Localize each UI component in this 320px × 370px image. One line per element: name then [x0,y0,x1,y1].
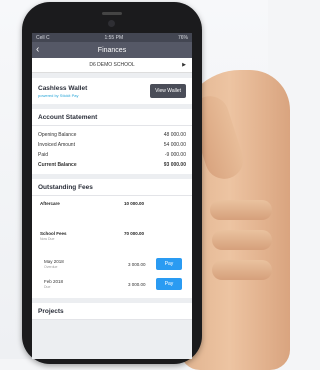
statement-label: Opening Balance [38,132,77,138]
statement-label: Paid [38,152,49,158]
time: 1:55 PM [104,34,124,41]
wallet-card: Cashless Wallet powered by Stickit Pay V… [32,78,192,104]
pay-button[interactable]: Pay [156,278,182,290]
school-selector[interactable]: D6 DEMO SCHOOL ▶ [32,58,192,73]
statement-label: Current Balance [38,162,77,168]
fees-title: Outstanding Fees [32,179,192,196]
finger [210,200,272,220]
fee-row: School Fees Now Due 70 000.00 [32,226,192,250]
statement-value: -9 000.00 [164,152,186,158]
projects-card: Projects [32,303,192,320]
finger [212,230,272,250]
fee-label: School Fees [40,231,67,236]
statement-label: Invoiced Amount [38,142,75,148]
statement-value: 93 000.00 [163,162,186,168]
account-statement-card: Account Statement Opening Balance 48 000… [32,109,192,174]
payment-row: Feb 2018 Due 3 000.00 Pay [32,274,192,294]
payment-status: Due [44,285,51,289]
payment-month: Feb 2018 [44,279,64,284]
pay-button[interactable]: Pay [156,258,182,270]
chevron-right-icon: ▶ [182,62,186,68]
statement-row: Opening Balance 48 000.00 [32,130,192,140]
school-name: D6 DEMO SCHOOL [89,62,135,68]
battery: 76% [177,34,188,41]
wallet-powered-by: powered by Stickit Pay [38,92,79,98]
outstanding-fees-card: Outstanding Fees Aftercare 10 000.00 Sch… [32,179,192,298]
camera [108,20,115,27]
speaker [102,12,122,15]
back-icon[interactable]: ‹ [36,44,39,56]
fee-label: Aftercare [40,201,60,206]
statement-title: Account Statement [32,109,192,126]
payment-amount: 3 000.00 [128,282,146,287]
fee-row: Aftercare 10 000.00 [32,196,192,220]
statement-row: Invoiced Amount 54 000.00 [32,140,192,150]
fee-amount: 10 000.00 [124,201,145,206]
nav-bar: ‹ Finances [32,42,192,58]
finger [212,260,272,280]
wallet-title: Cashless Wallet [38,84,88,92]
statement-row: Paid -9 000.00 [32,150,192,160]
projects-title: Projects [32,303,192,320]
phone-screen: Cell C 1:55 PM 76% ‹ Finances D6 DEMO SC… [32,33,192,359]
statement-value: 54 000.00 [163,142,186,148]
view-wallet-button[interactable]: View Wallet [150,84,186,98]
payment-amount: 3 000.00 [128,262,146,267]
payment-month: May 2018 [44,259,64,264]
statement-row: Current Balance 93 000.00 [32,160,192,170]
statement-value: 48 000.00 [163,132,186,138]
payment-row: May 2018 Overdue 3 000.00 Pay [32,254,192,274]
status-bar: Cell C 1:55 PM 76% [32,33,192,42]
payment-status: Overdue [44,265,58,269]
fee-status: Now Due [40,237,55,241]
page-title: Finances [97,46,127,54]
carrier: Cell C [36,34,50,41]
fee-amount: 70 000.00 [124,231,145,236]
